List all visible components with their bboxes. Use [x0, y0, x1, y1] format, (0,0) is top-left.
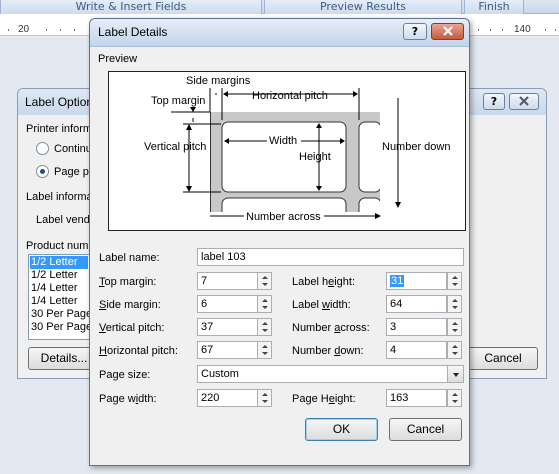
close-icon [519, 96, 529, 106]
page-width-label: Page width: [99, 393, 157, 405]
list-item[interactable]: 30 Per Page [31, 308, 92, 321]
product-number-label: Product numb [26, 240, 95, 252]
chevron-down-icon[interactable] [447, 365, 464, 383]
printer-info-heading: Printer inform [26, 123, 93, 135]
vertical-pitch-input[interactable]: 37 [197, 318, 258, 336]
number-across-label: Number across: [292, 322, 370, 334]
label-layout-diagram: Side margins Top margin Horizontal pitch… [144, 75, 465, 230]
list-item[interactable]: 1/4 Letter [31, 282, 77, 295]
label-preview-diagram: Side margins Top margin Horizontal pitch… [108, 71, 466, 231]
number-across-input[interactable]: 3 [386, 318, 447, 336]
horizontal-pitch-spinner[interactable] [257, 341, 272, 359]
horizontal-pitch-caption: Horizontal pitch [252, 90, 328, 102]
label-height-input[interactable]: 31 [386, 272, 447, 290]
continuous-label: Continu [54, 143, 92, 155]
number-down-spinner[interactable] [447, 341, 462, 359]
ok-button[interactable]: OK [305, 418, 378, 441]
label-info-heading: Label informa [26, 191, 93, 203]
list-item[interactable]: 30 Per Page [31, 321, 92, 334]
page-printers-radio[interactable] [36, 165, 49, 178]
ribbon-tab-strip: Write & Insert Fields Preview Results Fi… [0, 0, 559, 14]
label-vendor-label: Label vendo [36, 214, 96, 226]
label-options-help-button[interactable]: ? [483, 93, 505, 110]
label-details-titlebar: Label Details ? [90, 19, 469, 47]
tab-finish[interactable]: Finish [464, 0, 524, 14]
ruler-number-right: 140 [514, 24, 531, 35]
width-caption: Width [269, 135, 297, 147]
list-item[interactable]: 1/2 Letter [31, 269, 77, 282]
number-across-caption: Number across [246, 211, 321, 223]
list-item[interactable]: 1/2 Letter [30, 256, 88, 269]
page-height-input[interactable]: 163 [386, 389, 447, 407]
help-button[interactable]: ? [403, 23, 427, 40]
close-button[interactable] [431, 23, 464, 40]
label-options-title: Label Optior [25, 95, 91, 109]
top-margin-label: Top margin: [99, 276, 157, 288]
label-name-input[interactable]: label 103 [197, 248, 464, 266]
tab-preview-results[interactable]: Preview Results [264, 0, 462, 14]
number-across-spinner[interactable] [447, 318, 462, 336]
continuous-radio[interactable] [36, 142, 49, 155]
top-margin-caption: Top margin [151, 95, 205, 107]
vertical-pitch-caption: Vertical pitch [144, 141, 206, 153]
page-width-spinner[interactable] [257, 389, 272, 407]
number-down-input[interactable]: 4 [386, 341, 447, 359]
height-caption: Height [299, 151, 331, 163]
top-margin-spinner[interactable] [257, 272, 272, 290]
label-width-spinner[interactable] [447, 295, 462, 313]
number-down-caption: Number down [382, 141, 450, 153]
page-size-label: Page size: [99, 369, 151, 381]
page-height-label: Page Height: [292, 393, 356, 405]
side-margins-caption: Side margins [186, 75, 251, 87]
bg-cancel-button[interactable]: Cancel [468, 347, 538, 370]
top-margin-input[interactable]: 7 [197, 272, 258, 290]
label-options-close-button[interactable] [509, 93, 539, 110]
label-height-spinner[interactable] [447, 272, 462, 290]
close-icon [442, 26, 453, 36]
preview-heading: Preview [98, 53, 138, 65]
page-height-spinner[interactable] [447, 389, 462, 407]
label-name-label: Label name: [99, 252, 160, 264]
number-down-label: Number down: [292, 345, 364, 357]
label-width-label: Label width: [292, 299, 351, 311]
label-height-label: Label height: [292, 276, 356, 288]
side-margin-label: Side margin: [99, 299, 161, 311]
vertical-pitch-spinner[interactable] [257, 318, 272, 336]
vertical-pitch-label: Vertical pitch: [99, 322, 165, 334]
horizontal-pitch-label: Horizontal pitch: [99, 345, 178, 357]
cancel-button[interactable]: Cancel [389, 418, 462, 441]
side-margin-input[interactable]: 6 [197, 295, 258, 313]
label-details-dialog: Label Details ? Preview Side margins Top… [89, 18, 470, 466]
product-number-list[interactable]: 1/2 Letter 1/2 Letter 1/4 Letter 1/4 Let… [28, 254, 92, 340]
label-width-input[interactable]: 64 [386, 295, 447, 313]
list-item[interactable]: 1/4 Letter [31, 295, 77, 308]
dialog-title: Label Details [98, 25, 168, 39]
ruler-number-left: 20 [18, 24, 30, 35]
tab-write-insert-fields[interactable]: Write & Insert Fields [0, 0, 262, 14]
horizontal-pitch-input[interactable]: 67 [197, 341, 258, 359]
page-size-select[interactable]: Custom [197, 365, 448, 383]
page-width-input[interactable]: 220 [197, 389, 258, 407]
side-margin-spinner[interactable] [257, 295, 272, 313]
